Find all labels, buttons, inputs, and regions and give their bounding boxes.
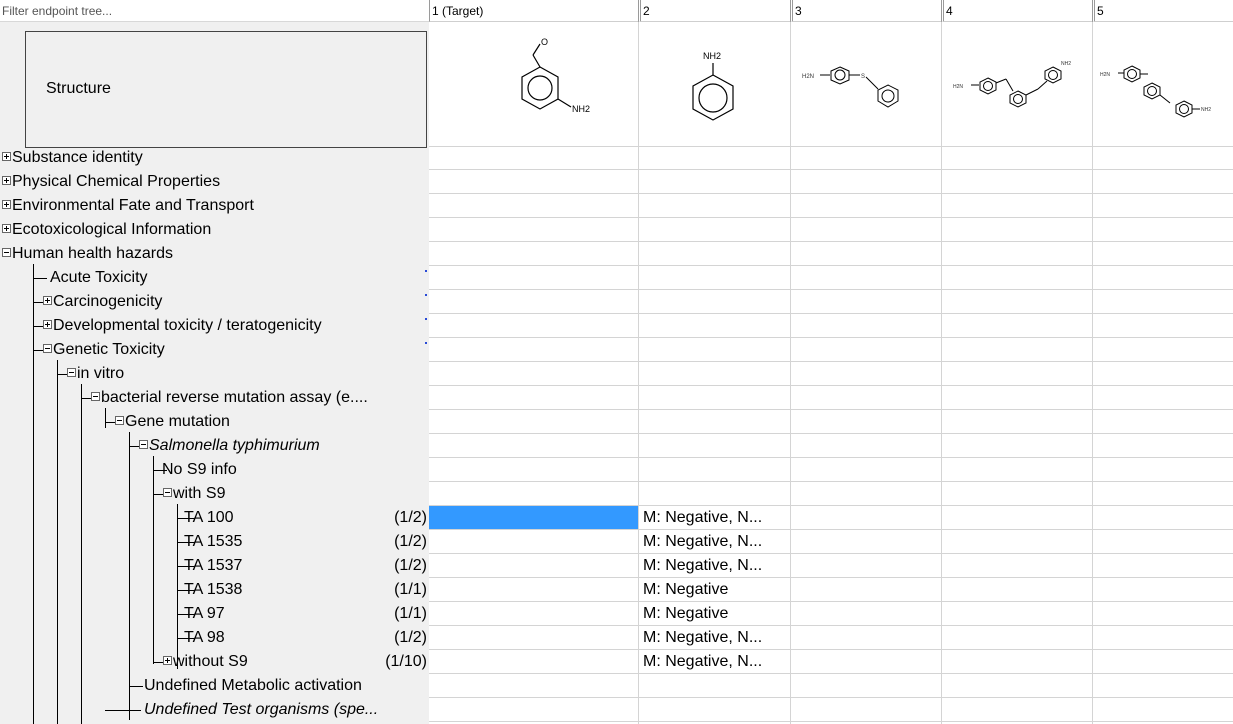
data-marker-icon [425,342,427,344]
collapse-icon[interactable] [91,391,100,401]
expand-icon[interactable] [43,319,52,329]
expand-icon[interactable] [2,199,11,209]
tree-item-human-health[interactable]: Human health hazards [0,242,429,266]
tree-item-ta97[interactable]: TA 97 (1/1) [0,602,429,626]
structure-image-3[interactable]: H2N S [792,23,940,145]
tree-item-salmonella[interactable]: Salmonella typhimurium [0,434,429,458]
expand-icon[interactable] [2,175,11,185]
cell-col2-ta100[interactable]: M: Negative, N... [643,506,762,530]
column-header-4[interactable]: 4 [941,0,1092,22]
atom-label: NH2 [572,104,590,114]
tree-item-with-s9[interactable]: with S9 [0,482,429,506]
tree-item-ta1535[interactable]: TA 1535 (1/2) [0,530,429,554]
collapse-icon[interactable] [67,367,76,377]
data-marker-icon [425,270,427,272]
atom-label: H2N [953,84,963,90]
tree-item-physchem[interactable]: Physical Chemical Properties [0,170,429,194]
tree-item-no-s9[interactable]: No S9 info [0,458,429,482]
cell-col2-ta97[interactable]: M: Negative [643,602,728,626]
cell-col2-ta1538[interactable]: M: Negative [643,578,728,602]
tree-item-ta1538[interactable]: TA 1538 (1/1) [0,578,429,602]
expand-icon[interactable] [163,655,172,665]
tree-item-acute-toxicity[interactable]: Acute Toxicity [0,266,429,290]
expand-icon[interactable] [2,151,11,161]
atom-label: S [861,74,865,80]
collapse-icon[interactable] [2,247,11,257]
atom-label: H2N [1100,72,1110,78]
data-marker-icon [425,318,427,320]
structure-label: Structure [46,80,111,97]
atom-label: NH2 [703,51,721,61]
cell-col2-without-s9[interactable]: M: Negative, N... [643,650,762,674]
atom-label: H2N [802,74,814,80]
tree-item-ta98[interactable]: TA 98 (1/2) [0,626,429,650]
column-header-5[interactable]: 5 [1092,0,1233,22]
data-marker-icon [425,294,427,296]
cell-col2-ta1535[interactable]: M: Negative, N... [643,530,762,554]
tree-item-ecotox[interactable]: Ecotoxicological Information [0,218,429,242]
atom-label: NH2 [1201,107,1211,113]
tree-item-env-fate[interactable]: Environmental Fate and Transport [0,194,429,218]
tree-item-carcinogenicity[interactable]: Carcinogenicity [0,290,429,314]
structure-image-5[interactable]: H2N NH2 [1094,23,1232,145]
tree-item-without-s9[interactable]: without S9 (1/10) [0,650,429,674]
column-header-target[interactable]: 1 (Target) [429,0,638,22]
tree-item-undefined-metabolic[interactable]: Undefined Metabolic activation [0,674,429,698]
tree-item-ta1537[interactable]: TA 1537 (1/2) [0,554,429,578]
tree-item-ta100[interactable]: TA 100 (1/2) [0,506,429,530]
atom-label: O [541,37,548,47]
tree-item-undefined-organisms[interactable]: Undefined Test organisms (spe... [0,698,429,722]
tree-item-bacterial-assay[interactable]: bacterial reverse mutation assay (e.... [0,386,429,410]
tree-item-genetic-toxicity[interactable]: Genetic Toxicity [0,338,429,362]
column-header-3[interactable]: 3 [790,0,941,22]
cell-col2-ta1537[interactable]: M: Negative, N... [643,554,762,578]
tree-item-developmental[interactable]: Developmental toxicity / teratogenicity [0,314,429,338]
column-header-2[interactable]: 2 [638,0,790,22]
structure-image-2[interactable]: NH2 [640,23,789,145]
collapse-icon[interactable] [43,343,52,353]
tree-item-in-vitro[interactable]: in vitro [0,362,429,386]
tree-item-substance-identity[interactable]: Substance identity [0,146,429,170]
structure-header-box: Structure [25,31,427,148]
cell-col2-ta98[interactable]: M: Negative, N... [643,626,762,650]
structure-image-target[interactable]: O NH2 [430,23,637,145]
tree-item-gene-mutation[interactable]: Gene mutation [0,410,429,434]
filter-endpoint-input[interactable]: Filter endpoint tree... [0,0,429,22]
structure-image-4[interactable]: H2N NH2 [943,23,1091,145]
collapse-icon[interactable] [115,415,124,425]
collapse-icon[interactable] [163,487,172,497]
selected-cell-target-ta100[interactable] [429,506,638,529]
atom-label: NH2 [1061,61,1071,67]
expand-icon[interactable] [2,223,11,233]
collapse-icon[interactable] [139,439,148,449]
expand-icon[interactable] [43,295,52,305]
